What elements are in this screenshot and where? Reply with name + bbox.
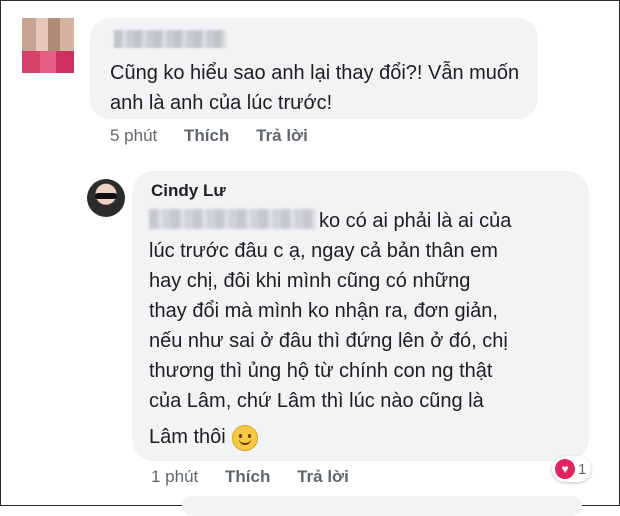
reply-line: ko có ai phải là ai của (319, 210, 512, 232)
next-comment-bubble-partial (182, 496, 582, 516)
reaction-summary[interactable]: ♥ 1 (552, 456, 592, 482)
reply-author-name[interactable]: Cindy Lư (151, 181, 226, 201)
reply-link[interactable]: Trả lời (297, 467, 349, 486)
heart-icon: ♥ (555, 459, 575, 479)
commenter-avatar-blurred[interactable] (22, 18, 74, 73)
comment-actions: 5 phút Thích Trả lời (110, 126, 330, 146)
reply-last-line: Lâm thôi (149, 422, 258, 452)
like-link[interactable]: Thích (225, 467, 270, 486)
reaction-count: 1 (578, 460, 587, 478)
reply-avatar[interactable] (87, 179, 125, 217)
smile-emoji-icon (231, 424, 258, 451)
reply-actions: 1 phút Thích Trả lời (151, 467, 371, 487)
reply-link[interactable]: Trả lời (256, 126, 308, 145)
reply-text: ko có ai phải là ai của lúc trước đâu c … (149, 206, 569, 416)
reply-line: thương thì ủng hộ từ chính con ng thật (149, 360, 493, 382)
reply-line: lúc trước đâu c ạ, ngay cả bản thân em (149, 240, 498, 262)
reply-time[interactable]: 1 phút (151, 467, 198, 486)
reply-line: thay đổi mà mình ko nhận ra, đơn giản, (149, 300, 498, 322)
comment-time[interactable]: 5 phút (110, 126, 157, 145)
like-link[interactable]: Thích (184, 126, 229, 145)
reply-line: Lâm thôi (149, 426, 226, 448)
reply-line: nếu như sai ở đâu thì đứng lên ở đó, chị (149, 330, 508, 352)
reply-line: của Lâm, chứ Lâm thì lúc nào cũng là (149, 390, 484, 412)
reply-line: hay chị, đôi khi mình cũng có những (149, 270, 471, 292)
comment-text: Cũng ko hiểu sao anh lại thay đổi?! Vẫn … (110, 62, 520, 114)
blurred-commenter-name[interactable] (114, 30, 226, 48)
